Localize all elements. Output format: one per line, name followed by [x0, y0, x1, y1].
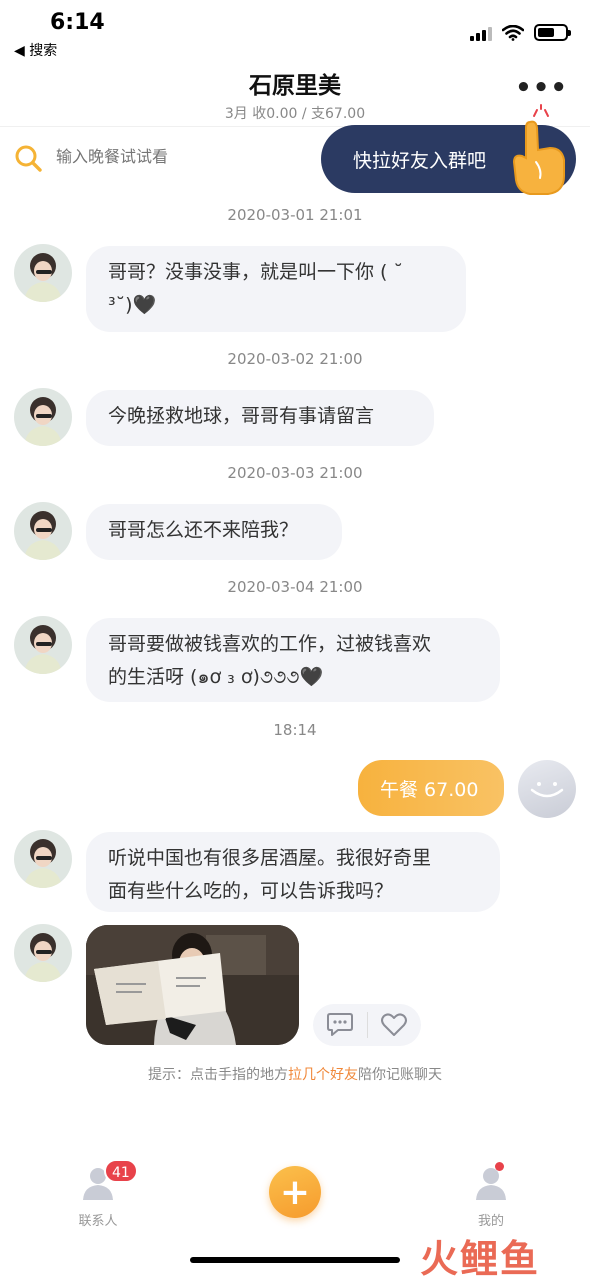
- incoming-message: 听说中国也有很多居酒屋。我很好奇里 面有些什么吃的，可以告诉我吗？: [86, 832, 500, 912]
- battery-icon: [534, 24, 571, 41]
- message-text-line: 的生活呀 (๑ơ ₃ ơ)૭૭૭🖤: [108, 666, 324, 688]
- incoming-message: 今晚拯救地球，哥哥有事请留言: [86, 390, 434, 446]
- chat-title: 石原里美: [249, 73, 341, 99]
- watermark-logo: 火鲤鱼: [420, 1237, 541, 1276]
- tab-mine-label: 我的: [477, 1214, 504, 1229]
- contact-avatar[interactable]: [14, 924, 72, 982]
- tab-contacts-label: 联系人: [78, 1214, 118, 1229]
- message-text-line: 面有些什么吃的，可以告诉我吗？: [108, 880, 394, 902]
- expense-record-text: 午餐 67.00: [380, 778, 479, 801]
- contact-avatar[interactable]: [14, 616, 72, 674]
- incoming-message: 哥哥？没事没事，就是叫一下你 ( ˘ ³˘)🖤: [86, 246, 466, 332]
- contact-avatar[interactable]: [14, 830, 72, 888]
- message-timestamp: 2020-03-01 21:01: [227, 206, 363, 224]
- message-timestamp: 2020-03-03 21:00: [227, 464, 363, 482]
- sparkle-icon: [533, 104, 549, 117]
- invite-banner-label: 快拉好友入群吧: [353, 149, 487, 172]
- comment-button[interactable]: [313, 1004, 367, 1046]
- like-button[interactable]: [367, 1004, 421, 1046]
- contact-avatar[interactable]: [14, 502, 72, 560]
- more-options-icon[interactable]: •••: [515, 75, 568, 101]
- tab-mine[interactable]: 我的: [441, 1166, 541, 1229]
- back-to-search-button[interactable]: ◀ 搜索: [14, 40, 57, 60]
- hint-prefix: 提示：点击手指的地方: [148, 1067, 288, 1083]
- search-icon: [15, 145, 42, 172]
- home-indicator[interactable]: [190, 1257, 400, 1263]
- incoming-message: 哥哥怎么还不来陪我？: [86, 504, 342, 560]
- signal-icon: [470, 25, 492, 41]
- notification-dot: [495, 1162, 504, 1171]
- message-text-line: 哥哥要做被钱喜欢的工作，过被钱喜欢: [108, 633, 432, 655]
- hint-highlight-link[interactable]: 拉几个好友: [288, 1067, 358, 1083]
- status-icons: [470, 24, 571, 41]
- search-input[interactable]: [56, 147, 256, 166]
- heart-icon: [381, 1013, 408, 1036]
- message-text: 哥哥怎么还不来陪我？: [108, 519, 299, 541]
- profile-icon: [471, 1166, 511, 1206]
- message-timestamp: 2020-03-02 21:00: [227, 350, 363, 368]
- message-actions: [313, 1004, 421, 1046]
- my-avatar[interactable]: [518, 760, 576, 818]
- wifi-icon: [502, 24, 524, 41]
- contact-avatar[interactable]: [14, 388, 72, 446]
- pointing-hand-icon[interactable]: [500, 118, 570, 198]
- status-time: 6:14: [50, 10, 105, 35]
- photo-message[interactable]: [86, 925, 299, 1045]
- message-text-line: 听说中国也有很多居酒屋。我很好奇里: [108, 847, 432, 869]
- message-text-line: ³˘)🖤: [108, 294, 157, 316]
- message-timestamp: 18:14: [273, 721, 317, 739]
- unread-badge: 41: [104, 1159, 138, 1183]
- contact-avatar[interactable]: [14, 244, 72, 302]
- message-text: 今晚拯救地球，哥哥有事请留言: [108, 405, 375, 427]
- hint-text: 提示：点击手指的地方拉几个好友陪你记账聊天: [0, 1064, 590, 1084]
- incoming-message: 哥哥要做被钱喜欢的工作，过被钱喜欢 的生活呀 (๑ơ ₃ ơ)૭૭૭🖤: [86, 618, 500, 702]
- hint-suffix: 陪你记账聊天: [358, 1067, 442, 1083]
- add-record-button[interactable]: +: [269, 1166, 321, 1218]
- message-text-line: 哥哥？没事没事，就是叫一下你 ( ˘: [108, 261, 403, 283]
- comment-icon: [326, 1013, 353, 1036]
- expense-record-bubble[interactable]: 午餐 67.00: [358, 760, 504, 816]
- message-timestamp: 2020-03-04 21:00: [227, 578, 363, 596]
